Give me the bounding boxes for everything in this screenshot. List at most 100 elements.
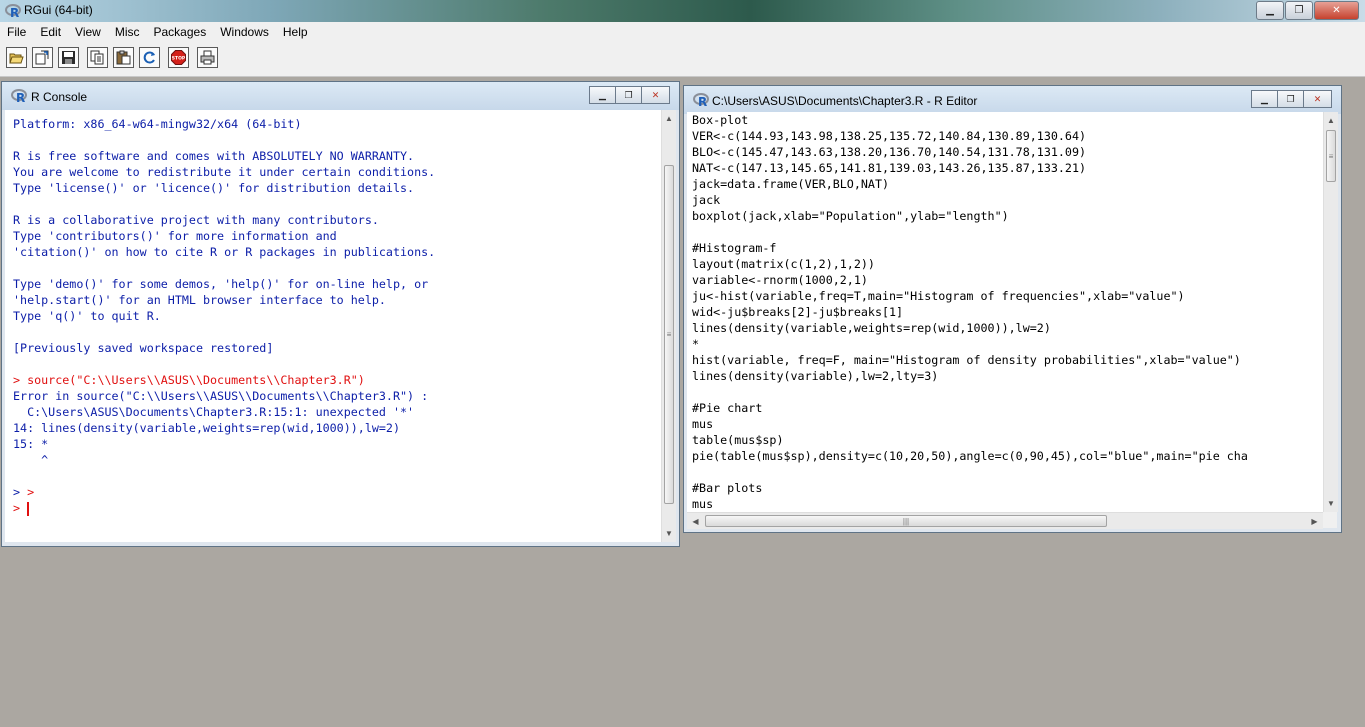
stop-button[interactable]: STOP <box>168 47 189 68</box>
save-workspace-icon <box>62 51 75 64</box>
editor-scroll-thumb[interactable]: ≡ <box>1326 130 1336 182</box>
editor-title-bar[interactable]: R C:\Users\ASUS\Documents\Chapter3.R - R… <box>684 86 1341 114</box>
copy-button[interactable] <box>87 47 108 68</box>
console-line: You are welcome to redistribute it under… <box>13 165 436 179</box>
scroll-up-icon[interactable]: ▲ <box>1324 112 1338 129</box>
stop-icon: STOP <box>171 50 186 65</box>
console-line: [Previously saved workspace restored] <box>13 341 274 355</box>
scroll-down-icon[interactable]: ▼ <box>662 525 676 542</box>
console-scroll-thumb[interactable]: ≡ <box>664 165 674 504</box>
console-output[interactable]: Platform: x86_64-w64-mingw32/x64 (64-bit… <box>5 110 661 542</box>
app-title-bar[interactable]: R RGui (64-bit) ▁ ❐ ✕ <box>0 0 1365 22</box>
console-line: ^ <box>13 453 49 467</box>
menu-packages[interactable]: Packages <box>147 25 214 39</box>
scroll-left-icon[interactable]: ◀ <box>687 513 704 529</box>
menu-edit[interactable]: Edit <box>33 25 68 39</box>
menu-help[interactable]: Help <box>276 25 315 39</box>
editor-code-line: pie(table(mus$sp),density=c(10,20,50),an… <box>692 449 1248 463</box>
editor-code-line: lines(density(variable),lw=2,lty=3) <box>692 369 939 383</box>
minimize-button[interactable]: ▁ <box>1256 1 1284 20</box>
r-logo-icon: R <box>693 93 709 108</box>
restore-icon: ❐ <box>1286 93 1295 104</box>
copy-icon <box>90 50 104 65</box>
app-title: RGui (64-bit) <box>24 3 93 17</box>
restore-icon: ❐ <box>624 89 633 100</box>
console-vertical-scrollbar[interactable]: ▲ ≡ ▼ <box>661 110 676 542</box>
editor-text-area[interactable]: Box-plot VER<-c(144.93,143.98,138.25,135.… <box>687 112 1323 512</box>
save-workspace-button[interactable] <box>58 47 79 68</box>
editor-code-line <box>692 464 1248 480</box>
console-maximize-button[interactable]: ❐ <box>615 86 642 104</box>
console-title-bar[interactable]: R R Console ▁ ❐ ✕ <box>2 82 679 110</box>
editor-code-line: ju<-hist(variable,freq=T,main="Histogram… <box>692 289 1185 303</box>
editor-horizontal-scrollbar[interactable]: ◀ ||| ▶ <box>687 512 1323 529</box>
restore-icon: ❐ <box>1294 5 1304 16</box>
open-script-button[interactable] <box>6 47 27 68</box>
editor-code-line: boxplot(jack,xlab="Population",ylab="len… <box>692 209 1009 223</box>
close-button[interactable]: ✕ <box>1314 1 1359 20</box>
print-button[interactable] <box>197 47 218 68</box>
r-console-window[interactable]: R R Console ▁ ❐ ✕ Platform: x86_64-w64-m… <box>1 81 680 547</box>
console-prompt-line-2[interactable]: > <box>13 500 30 516</box>
editor-code-line: #Bar plots <box>692 481 763 495</box>
editor-code-line: BLO<-c(145.47,143.63,138.20,136.70,140.5… <box>692 145 1087 159</box>
svg-text:R: R <box>16 91 25 104</box>
editor-code: Box-plot VER<-c(144.93,143.98,138.25,135.… <box>692 112 1248 512</box>
console-line: Type 'contributors()' for more informati… <box>13 229 337 243</box>
editor-minimize-button[interactable]: ▁ <box>1251 90 1278 108</box>
editor-code-line: table(mus$sp) <box>692 433 784 447</box>
svg-text:R: R <box>10 6 19 19</box>
console-line: C:\Users\ASUS\Documents\Chapter3.R:15:1:… <box>13 405 415 419</box>
console-title: R Console <box>31 90 88 104</box>
console-line: > source("C:\\Users\\ASUS\\Documents\\Ch… <box>13 373 365 387</box>
scroll-right-icon[interactable]: ▶ <box>1306 513 1323 529</box>
scroll-up-icon[interactable]: ▲ <box>662 110 676 127</box>
editor-code-line: mus <box>692 417 714 431</box>
r-logo-icon: R <box>5 4 21 19</box>
editor-code-line: wid<-ju$breaks[2]-ju$breaks[1] <box>692 305 904 319</box>
maximize-button[interactable]: ❐ <box>1285 1 1313 20</box>
editor-code-line: #Pie chart <box>692 401 763 415</box>
scroll-down-icon[interactable]: ▼ <box>1324 495 1338 512</box>
editor-code-line <box>692 384 1248 400</box>
console-prompt-line-1: > > <box>13 484 34 500</box>
toolbar: STOP <box>0 42 1365 77</box>
minimize-icon: ▁ <box>1261 93 1268 104</box>
close-icon: ✕ <box>1313 93 1322 104</box>
paste-icon <box>116 50 131 65</box>
stop-icon-text: STOP <box>172 56 186 62</box>
console-line: Platform: x86_64-w64-mingw32/x64 (64-bit… <box>13 117 302 131</box>
open-script-icon <box>9 53 24 64</box>
editor-maximize-button[interactable]: ❐ <box>1277 90 1304 108</box>
console-line: Error in source("C:\\Users\\ASUS\\Docume… <box>13 389 429 403</box>
console-close-button[interactable]: ✕ <box>641 86 670 104</box>
editor-vertical-scrollbar[interactable]: ▲ ≡ ▼ <box>1323 112 1338 512</box>
menu-windows[interactable]: Windows <box>213 25 276 39</box>
editor-code-line: NAT<-c(147.13,145.65,141.81,139.03,143.2… <box>692 161 1087 175</box>
editor-code-line: jack <box>692 193 721 207</box>
editor-hscroll-thumb[interactable]: ||| <box>705 515 1107 527</box>
menu-file[interactable]: File <box>0 25 33 39</box>
text-cursor <box>27 501 30 516</box>
minimize-icon: ▁ <box>599 89 606 100</box>
load-workspace-button[interactable] <box>32 47 53 68</box>
scrollbar-corner <box>1323 512 1337 528</box>
copy-paste-button[interactable] <box>139 47 160 68</box>
console-line: Type 'q()' to quit R. <box>13 309 161 323</box>
console-text: Platform: x86_64-w64-mingw32/x64 (64-bit… <box>13 116 435 484</box>
editor-close-button[interactable]: ✕ <box>1303 90 1332 108</box>
menu-misc[interactable]: Misc <box>108 25 147 39</box>
print-icon <box>200 50 215 65</box>
editor-code-line <box>692 224 1248 240</box>
r-editor-window[interactable]: R C:\Users\ASUS\Documents\Chapter3.R - R… <box>683 85 1342 533</box>
paste-button[interactable] <box>113 47 134 68</box>
console-minimize-button[interactable]: ▁ <box>589 86 616 104</box>
r-logo-icon: R <box>11 89 27 104</box>
menu-view[interactable]: View <box>68 25 108 39</box>
editor-code-line: mus <box>692 497 714 511</box>
